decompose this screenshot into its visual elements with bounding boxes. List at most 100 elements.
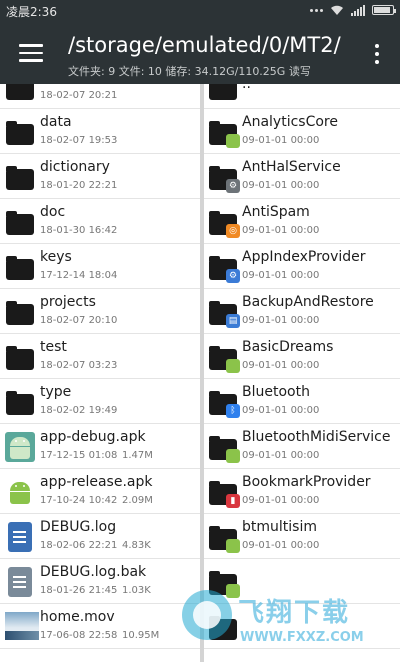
file-name: test	[40, 339, 67, 355]
file-row[interactable]: projects 18-02-07 20:10	[0, 289, 200, 334]
modified-date: 18-02-07 03:23	[40, 360, 118, 371]
folder-row[interactable]: BluetoothMidiService 09-01-01 00:00	[204, 424, 400, 469]
file-size: 1.47M	[122, 450, 153, 461]
hamburger-menu-icon[interactable]	[19, 44, 43, 62]
file-row[interactable]: DEBUG.log 18-02-06 22:21 4.83K	[0, 514, 200, 559]
file-name: Bluetooth	[242, 384, 310, 400]
folder-row[interactable]: ᛒ Bluetooth 09-01-01 00:00	[204, 379, 400, 424]
folder-icon	[5, 252, 35, 282]
modified-date: 09-01-01 00:00	[242, 360, 320, 371]
file-name: keys	[40, 249, 72, 265]
modified-date: 18-02-02 19:49	[40, 405, 118, 416]
file-row[interactable]: type 18-02-02 19:49	[0, 379, 200, 424]
file-name: app-release.apk	[40, 474, 153, 490]
folder-icon	[5, 342, 35, 372]
folder-row[interactable]: ⚙ AntHalService 09-01-01 00:00	[204, 154, 400, 199]
row-icon	[5, 387, 35, 417]
file-row[interactable]: 18-02-07 20:21	[0, 84, 200, 109]
file-row[interactable]: keys 17-12-14 18:04	[0, 244, 200, 289]
folder-row[interactable]: AnalyticsCore 09-01-01 00:00	[204, 109, 400, 154]
modified-date: 18-02-07 20:21	[40, 90, 118, 101]
folder-row[interactable]: ◎ AntiSpam 09-01-01 00:00	[204, 199, 400, 244]
right-file-pane[interactable]: .. AnalyticsCore 09-01-01 00:00 ⚙ AntHalServ…	[204, 84, 400, 662]
file-row[interactable]: DEBUG.log.bak 18-01-26 21:45 1.03K	[0, 559, 200, 604]
file-name: BackupAndRestore	[242, 294, 374, 310]
toolbar: /storage/emulated/0/MT2/ 文件夹: 9 文件: 10 储…	[0, 22, 400, 84]
file-row[interactable]: home.mov 17-06-08 22:58 10.95M	[0, 604, 200, 649]
log-file-icon	[8, 522, 32, 552]
modified-date: 09-01-01 00:00	[242, 135, 320, 146]
signal-icon	[351, 4, 365, 16]
storage-info: 文件夹: 9 文件: 10 储存: 34.12G/110.25G 读写	[68, 65, 311, 78]
folder-icon	[5, 117, 35, 147]
bookmark-badge-icon: ▮	[226, 494, 240, 508]
modified-date: 18-02-07 19:53	[40, 135, 118, 146]
row-icon	[5, 297, 35, 327]
row-icon	[5, 117, 35, 147]
watermark-url: WWW.FXXZ.COM	[240, 630, 364, 645]
modified-date: 17-10-24 10:42	[40, 495, 118, 506]
modified-date: 09-01-01 00:00	[242, 540, 320, 551]
row-icon: ◎	[208, 207, 240, 238]
file-size: 2.09M	[122, 495, 153, 506]
folder-row[interactable]: ..	[204, 84, 400, 109]
modified-date: 09-01-01 00:00	[242, 180, 320, 191]
folder-row[interactable]: ▮ BookmarkProvider 09-01-01 00:00	[204, 469, 400, 514]
status-bar: 凌晨2:36	[0, 0, 400, 22]
file-row[interactable]: test 18-02-07 03:23	[0, 334, 200, 379]
file-name: DEBUG.log.bak	[40, 564, 147, 580]
folder-icon	[208, 522, 240, 553]
bluetooth-badge-icon: ᛒ	[226, 404, 240, 418]
row-icon	[208, 84, 238, 102]
modified-date: 18-02-07 20:10	[40, 315, 118, 326]
folder-row[interactable]: btmultisim 09-01-01 00:00	[204, 514, 400, 559]
modified-date: 09-01-01 00:00	[242, 270, 320, 281]
row-icon	[5, 252, 35, 282]
file-size: 10.95M	[122, 630, 160, 641]
file-name: ..	[242, 84, 251, 92]
left-file-pane[interactable]: 18-02-07 20:21 data 18-02-07 19:53 dictiona…	[0, 84, 200, 662]
more-vertical-icon[interactable]	[374, 44, 380, 64]
file-row[interactable]: app-release.apk 17-10-24 10:42 2.09M	[0, 469, 200, 514]
folder-icon: ⚙	[208, 162, 240, 193]
gear-badge-icon: ⚙	[226, 269, 240, 283]
folder-row[interactable]: ⚙ AppIndexProvider 09-01-01 00:00	[204, 244, 400, 289]
modified-date: 17-06-08 22:58	[40, 630, 118, 641]
file-name: dictionary	[40, 159, 110, 175]
modified-date: 09-01-01 00:00	[242, 225, 320, 236]
status-time: 凌晨2:36	[6, 5, 57, 19]
row-icon	[5, 612, 39, 642]
file-row[interactable]: dictionary 18-01-20 22:21	[0, 154, 200, 199]
file-name: AntHalService	[242, 159, 341, 175]
file-row[interactable]: app-debug.apk 17-12-15 01:08 1.47M	[0, 424, 200, 469]
file-size: 1.03K	[122, 585, 151, 596]
file-row[interactable]: doc 18-01-30 16:42	[0, 199, 200, 244]
android-badge-icon	[226, 584, 240, 598]
folder-icon	[208, 342, 240, 373]
file-name: btmultisim	[242, 519, 317, 535]
modified-date: 17-12-14 18:04	[40, 270, 118, 281]
notification-dots-icon	[310, 8, 323, 12]
modified-date: 18-01-20 22:21	[40, 180, 118, 191]
row-icon	[5, 477, 35, 507]
file-name: AntiSpam	[242, 204, 310, 220]
file-size: 4.83K	[122, 540, 151, 551]
file-name: type	[40, 384, 72, 400]
row-icon	[208, 432, 240, 463]
file-name: BookmarkProvider	[242, 474, 371, 490]
folder-row[interactable]: ▤ BackupAndRestore 09-01-01 00:00	[204, 289, 400, 334]
battery-icon	[372, 5, 396, 15]
folder-icon	[5, 162, 35, 192]
file-name: BluetoothMidiService	[242, 429, 391, 445]
row-icon	[208, 522, 240, 553]
android-badge-icon	[226, 359, 240, 373]
file-name: AppIndexProvider	[242, 249, 366, 265]
row-icon: ⚙	[208, 252, 240, 283]
row-icon	[208, 117, 240, 148]
folder-row[interactable]: BasicDreams 09-01-01 00:00	[204, 334, 400, 379]
folder-icon: ᛒ	[208, 387, 240, 418]
file-row[interactable]: data 18-02-07 19:53	[0, 109, 200, 154]
android-apk-icon	[5, 477, 35, 507]
file-name: projects	[40, 294, 96, 310]
folder-icon: ◎	[208, 207, 240, 238]
